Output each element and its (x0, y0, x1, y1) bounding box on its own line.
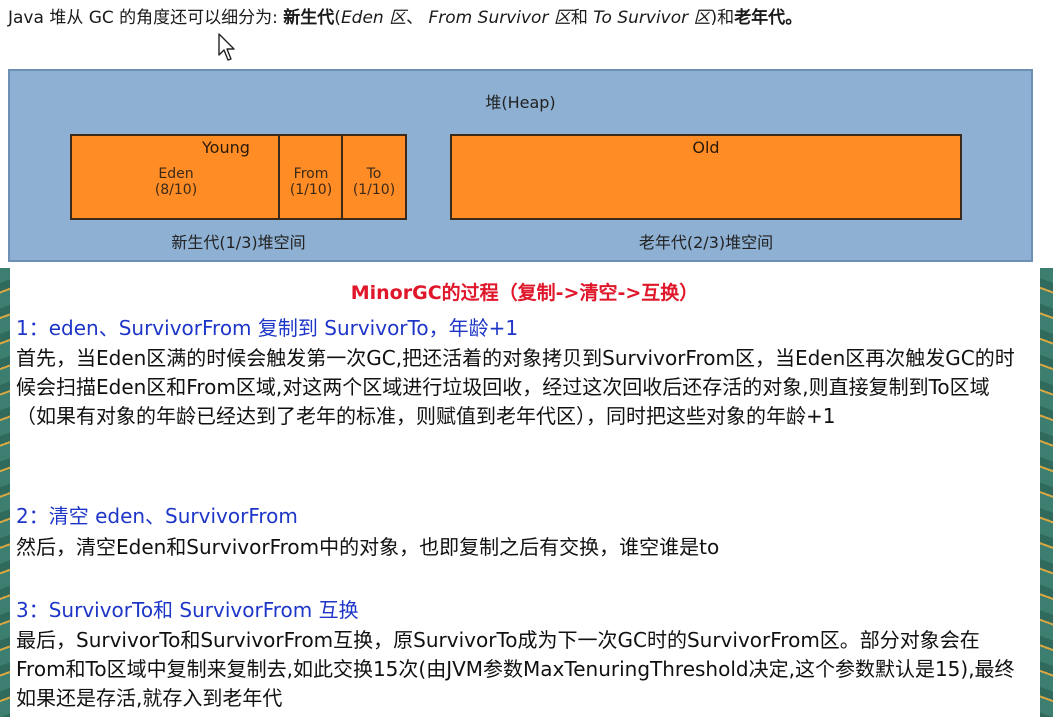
minor-gc-title: MinorGC的过程（复制->清空->互换） (350, 282, 699, 304)
heap-title: 堆(Heap) (485, 93, 556, 112)
young-generation-box: Young Eden (8/10) From (1/10) To (1/10) (70, 134, 407, 220)
eden-ratio: (8/10) (154, 182, 198, 198)
step-3-body: 最后，SurvivorTo和SurvivorFrom互换，原SurvivorTo… (16, 628, 1015, 710)
intro-eden: Eden 区 (340, 8, 407, 28)
heap-diagram: 堆(Heap) Young Eden (8/10) From (1/10) To… (8, 69, 1033, 262)
intro-to-survivor: To Survivor 区 (593, 8, 711, 28)
old-caption: 老年代(2/3)堆空间 (638, 233, 774, 252)
young-caption: 新生代(1/3)堆空间 (171, 233, 306, 252)
left-decorative-strip (0, 268, 10, 717)
mouse-pointer-icon (218, 33, 235, 61)
to-ratio: (1/10) (352, 182, 396, 198)
eden-region: Eden (8/10) (72, 166, 280, 198)
from-ratio: (1/10) (289, 182, 333, 198)
from-region: From (1/10) (280, 166, 342, 198)
intro-old-gen: 老年代 (734, 8, 786, 28)
from-name: From (293, 166, 329, 182)
slide-content: MinorGC的过程（复制->清空->互换） 1：eden、SurvivorFr… (12, 268, 1037, 717)
intro-paren-open: ( (334, 8, 341, 28)
to-name: To (366, 166, 382, 182)
intro-from-survivor: From Survivor 区 (428, 8, 571, 28)
old-generation-box: Old (450, 134, 962, 220)
eden-name: Eden (158, 166, 194, 182)
step-1-body: 首先，当Eden区满的时候会触发第一次GC,把还活着的对象拷贝到Survivor… (16, 346, 1015, 428)
intro-and: 和 (570, 8, 594, 28)
intro-paren-close: )和 (710, 8, 735, 28)
intro-prefix: Java 堆从 GC 的角度还可以细分为: (8, 8, 284, 28)
young-title: Young (202, 138, 250, 157)
intro-text: Java 堆从 GC 的角度还可以细分为: 新生代(Eden 区、 From S… (8, 6, 1048, 30)
right-decorative-strip (1040, 268, 1053, 717)
intro-sep: 、 (406, 8, 429, 28)
intro-end: 。 (785, 8, 803, 28)
to-region: To (1/10) (343, 166, 405, 198)
step-3-heading: 3：SurvivorTo和 SurvivorFrom 互换 (16, 598, 359, 622)
old-title: Old (692, 138, 720, 157)
step-2-body: 然后，清空Eden和SurvivorFrom中的对象，也即复制之后有交换，谁空谁… (16, 535, 720, 559)
intro-young-gen: 新生代 (283, 8, 335, 28)
step-1-heading: 1：eden、SurvivorFrom 复制到 SurvivorTo，年龄+1 (16, 316, 519, 340)
step-2-heading: 2：清空 eden、SurvivorFrom (16, 504, 298, 528)
